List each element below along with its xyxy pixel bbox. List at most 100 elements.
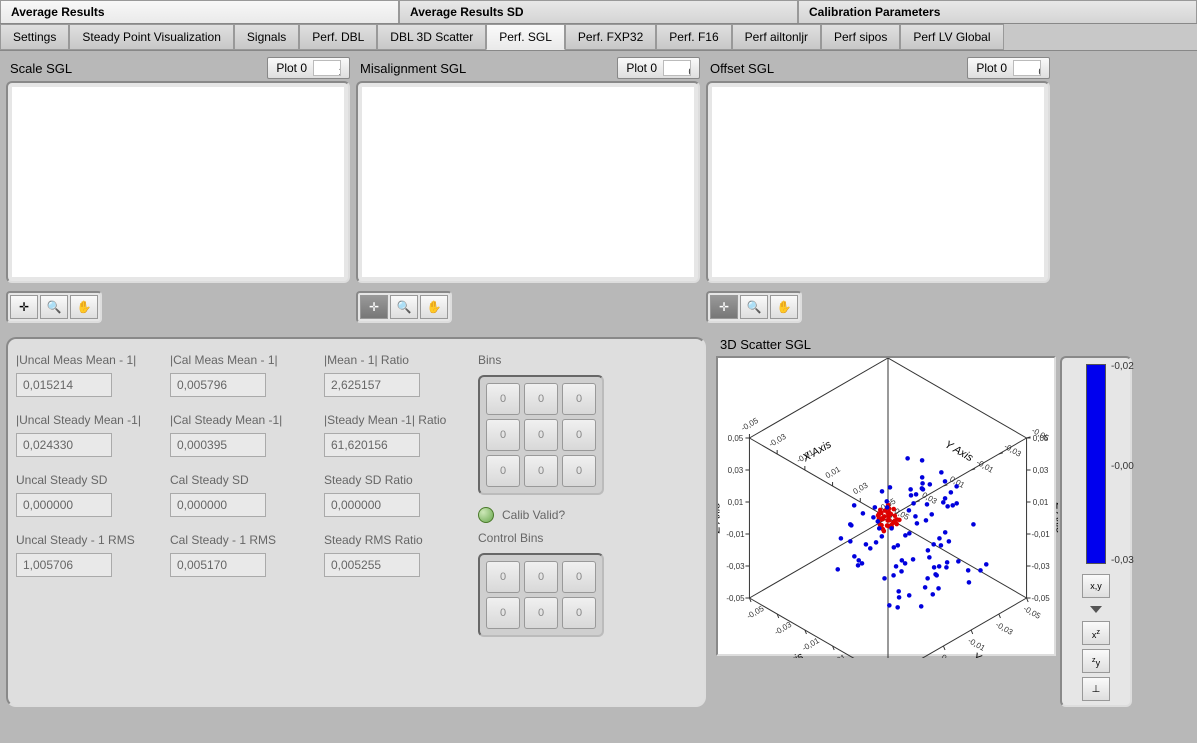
- sub-tab[interactable]: Settings: [0, 24, 69, 50]
- stat-label: Steady RMS Ratio: [324, 533, 474, 547]
- bin-cell[interactable]: 0: [524, 597, 558, 629]
- svg-text:0,01: 0,01: [824, 464, 842, 480]
- svg-text:0,05: 0,05: [689, 67, 691, 76]
- sub-tab[interactable]: Perf. DBL: [299, 24, 377, 50]
- bin-cell[interactable]: 0: [524, 419, 558, 451]
- dropdown-icon[interactable]: [1090, 606, 1102, 613]
- bin-cell[interactable]: 0: [486, 561, 520, 593]
- control-bins-label: Control Bins: [478, 531, 604, 545]
- svg-text:-0,03: -0,03: [1002, 442, 1023, 459]
- stat-value: 61,620156: [324, 433, 420, 457]
- bin-cell[interactable]: 0: [562, 561, 596, 593]
- sub-tab[interactable]: Perf ailtonljr: [732, 24, 821, 50]
- svg-text:0,03: 0,03: [852, 480, 870, 496]
- plot-legend-button[interactable]: Plot 0 11,011,021,031,041,0501020304050I…: [267, 57, 350, 79]
- svg-text:-0,03: -0,03: [994, 620, 1015, 637]
- stat-value: 0,005796: [170, 373, 266, 397]
- svg-text:Z Axis: Z Axis: [718, 502, 722, 534]
- sine-icon: -0,02-0,0100,010,020,0301020304050Iterat…: [1013, 60, 1041, 76]
- pan-tool-icon[interactable]: ✋: [420, 295, 448, 319]
- zoom-tool-icon[interactable]: 🔍: [740, 295, 768, 319]
- bins-label: Bins: [478, 353, 604, 367]
- zoom-tool-icon[interactable]: 🔍: [40, 295, 68, 319]
- colorbar-panel: -0,02 -0,00 -0,03 x,y xz zy ⊥: [1060, 356, 1132, 707]
- view-xyz-button[interactable]: x,y: [1082, 574, 1110, 598]
- sub-tab[interactable]: Perf. F16: [656, 24, 731, 50]
- sub-tab[interactable]: Perf LV Global: [900, 24, 1003, 50]
- svg-text:-0,05: -0,05: [740, 416, 761, 433]
- bin-cell[interactable]: 0: [486, 597, 520, 629]
- chart-title: Offset SGL: [706, 61, 774, 76]
- pan-tool-icon[interactable]: ✋: [70, 295, 98, 319]
- chart-toolbar: ✛ 🔍 ✋: [6, 291, 102, 323]
- plot-legend-label: Plot 0: [626, 61, 657, 75]
- view-iso-button[interactable]: ⊥: [1082, 677, 1110, 701]
- sub-tab[interactable]: Steady Point Visualization: [69, 24, 234, 50]
- plot-legend-label: Plot 0: [976, 61, 1007, 75]
- calib-valid-label: Calib Valid?: [502, 508, 565, 522]
- stat-label: Uncal Steady SD: [16, 473, 166, 487]
- view-zy-button[interactable]: zy: [1082, 649, 1110, 673]
- svg-text:Z Axis: Z Axis: [1054, 502, 1058, 534]
- scatter-3d-plot[interactable]: -0,05-0,03-0,010,010,030,05-0,05-0,03-0,…: [716, 356, 1056, 656]
- stat-label: |Cal Meas Mean - 1|: [170, 353, 320, 367]
- stats-panel: |Uncal Meas Mean - 1|0,015214|Uncal Stea…: [6, 337, 706, 707]
- svg-text:-0,03: -0,03: [767, 432, 788, 449]
- top-tab[interactable]: Average Results: [0, 0, 399, 23]
- sub-tab[interactable]: Perf. SGL: [486, 24, 565, 50]
- svg-text:X Axis: X Axis: [800, 438, 834, 465]
- stat-label: Cal Steady - 1 RMS: [170, 533, 320, 547]
- bin-cell[interactable]: 0: [562, 597, 596, 629]
- svg-text:-0,03: -0,03: [1031, 562, 1050, 571]
- bin-cell[interactable]: 0: [562, 419, 596, 451]
- svg-text:-0,01: -0,01: [975, 458, 996, 475]
- bin-cell[interactable]: 0: [562, 383, 596, 415]
- top-tab[interactable]: Calibration Parameters: [798, 0, 1197, 23]
- sub-tab[interactable]: DBL 3D Scatter: [377, 24, 486, 50]
- colorbar-tick: -0,00: [1111, 461, 1134, 472]
- stat-value: 0,000000: [324, 493, 420, 517]
- zoom-tool-icon[interactable]: 🔍: [390, 295, 418, 319]
- sub-tab[interactable]: Signals: [234, 24, 299, 50]
- chart-block: Misalignment SGL Plot 0 -0,05-0,0200,020…: [356, 57, 700, 327]
- stat-label: |Uncal Meas Mean - 1|: [16, 353, 166, 367]
- sine-icon: -0,05-0,0200,020,0501020304050IterationA…: [663, 60, 691, 76]
- colorbar: -0,02 -0,00 -0,03: [1086, 364, 1106, 564]
- control-bins-grid: 000000: [478, 553, 604, 637]
- svg-text:-0,01: -0,01: [1031, 530, 1050, 539]
- bin-cell[interactable]: 0: [524, 455, 558, 487]
- stat-value: 0,005170: [170, 553, 266, 577]
- top-tab[interactable]: Average Results SD: [399, 0, 798, 23]
- chart-block: Offset SGL Plot 0 -0,02-0,0100,010,020,0…: [706, 57, 1050, 327]
- svg-text:-0,05: -0,05: [1031, 594, 1050, 603]
- view-xz-button[interactable]: xz: [1082, 621, 1110, 645]
- sub-tab[interactable]: Perf. FXP32: [565, 24, 656, 50]
- bin-cell[interactable]: 0: [486, 383, 520, 415]
- stat-label: |Mean - 1| Ratio: [324, 353, 474, 367]
- bin-cell[interactable]: 0: [524, 561, 558, 593]
- bin-cell[interactable]: 0: [486, 419, 520, 451]
- calib-valid-led: [478, 507, 494, 523]
- plot-legend-button[interactable]: Plot 0 -0,02-0,0100,010,020,030102030405…: [967, 57, 1050, 79]
- svg-text:-0,03: -0,03: [726, 562, 745, 571]
- stat-value: 2,625157: [324, 373, 420, 397]
- svg-text:0,03: 0,03: [728, 466, 744, 475]
- bin-cell[interactable]: 0: [486, 455, 520, 487]
- chart-block: Scale SGL Plot 0 11,011,021,031,041,0501…: [6, 57, 350, 327]
- sub-tab[interactable]: Perf sipos: [821, 24, 900, 50]
- pan-tool-icon[interactable]: ✋: [770, 295, 798, 319]
- svg-text:0,03: 0,03: [1033, 466, 1049, 475]
- chart-toolbar: ✛ 🔍 ✋: [356, 291, 452, 323]
- colorbar-tick: -0,02: [1111, 361, 1134, 372]
- top-tabs: Average ResultsAverage Results SDCalibra…: [0, 0, 1197, 24]
- crosshair-tool-icon[interactable]: ✛: [360, 295, 388, 319]
- svg-text:0,01: 0,01: [940, 653, 958, 658]
- crosshair-tool-icon[interactable]: ✛: [710, 295, 738, 319]
- crosshair-tool-icon[interactable]: ✛: [10, 295, 38, 319]
- plot-legend-button[interactable]: Plot 0 -0,05-0,0200,020,0501020304050Ite…: [617, 57, 700, 79]
- plot-legend-label: Plot 0: [276, 61, 307, 75]
- bin-cell[interactable]: 0: [524, 383, 558, 415]
- bin-cell[interactable]: 0: [562, 455, 596, 487]
- stat-value: 0,000000: [170, 493, 266, 517]
- stat-label: Uncal Steady - 1 RMS: [16, 533, 166, 547]
